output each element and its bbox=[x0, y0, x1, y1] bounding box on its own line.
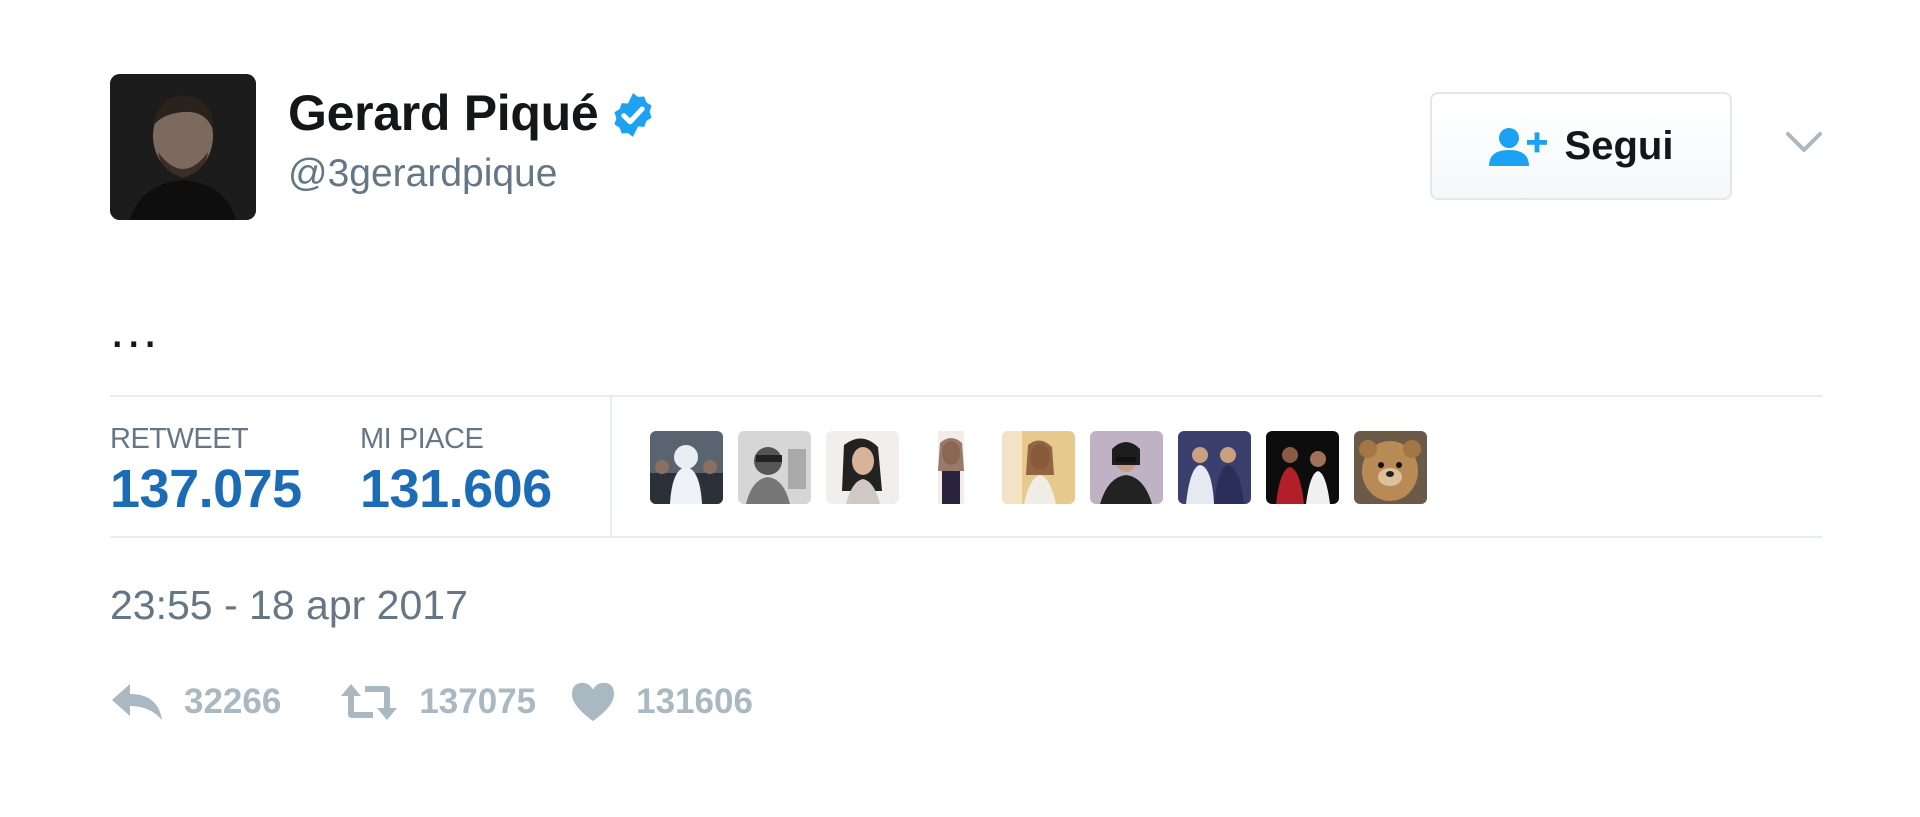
retweet-stat-value: 137.075 bbox=[110, 459, 302, 519]
retweet-count: 137075 bbox=[419, 682, 537, 721]
liker-avatar[interactable] bbox=[1002, 431, 1075, 504]
follow-button[interactable]: Segui bbox=[1430, 92, 1732, 200]
user-name[interactable]: Gerard Piqué bbox=[288, 84, 599, 142]
like-stat[interactable]: MI PIACE 131.606 bbox=[360, 423, 552, 520]
reply-count: 32266 bbox=[184, 682, 282, 721]
like-stat-value: 131.606 bbox=[360, 459, 552, 519]
retweet-stat-label: RETWEET bbox=[110, 423, 249, 455]
follow-label: Segui bbox=[1564, 123, 1674, 168]
like-stat-label: MI PIACE bbox=[360, 423, 484, 455]
liker-avatar[interactable] bbox=[1178, 431, 1251, 504]
person-add-icon bbox=[1488, 128, 1547, 166]
like-button[interactable]: 131606 bbox=[570, 681, 753, 723]
liker-avatar[interactable] bbox=[914, 431, 987, 504]
liker-avatars bbox=[650, 431, 1427, 504]
retweet-stat[interactable]: RETWEET 137.075 bbox=[110, 423, 302, 520]
verified-badge-icon bbox=[614, 93, 652, 137]
liker-avatar[interactable] bbox=[826, 431, 899, 504]
liker-avatar[interactable] bbox=[738, 431, 811, 504]
tweet-actions: 32266 137075 131606 bbox=[110, 680, 753, 724]
profile-avatar[interactable] bbox=[110, 74, 256, 220]
liker-avatar[interactable] bbox=[1354, 431, 1427, 504]
stats-divider bbox=[610, 397, 612, 536]
reply-icon bbox=[112, 684, 162, 720]
heart-icon bbox=[572, 682, 615, 722]
liker-avatar[interactable] bbox=[1266, 431, 1339, 504]
tweet-text: ... bbox=[110, 301, 160, 359]
reply-button[interactable]: 32266 bbox=[110, 680, 281, 724]
tweet-timestamp[interactable]: 23:55 - 18 apr 2017 bbox=[110, 582, 468, 629]
chevron-down-icon[interactable] bbox=[1784, 128, 1824, 158]
tweet-stats: RETWEET 137.075 MI PIACE 131.606 bbox=[110, 395, 1822, 538]
retweet-button[interactable]: 137075 bbox=[339, 680, 536, 724]
user-handle[interactable]: @3gerardpique bbox=[288, 152, 557, 196]
profile-photo bbox=[110, 74, 256, 220]
liker-avatar[interactable] bbox=[650, 431, 723, 504]
name-row: Gerard Piqué bbox=[288, 84, 658, 142]
like-count: 131606 bbox=[636, 682, 753, 721]
tweet-card: Gerard Piqué @3gerardpique Segui ... RET… bbox=[0, 0, 1920, 817]
liker-avatar[interactable] bbox=[1090, 431, 1163, 504]
retweet-icon bbox=[341, 684, 398, 720]
